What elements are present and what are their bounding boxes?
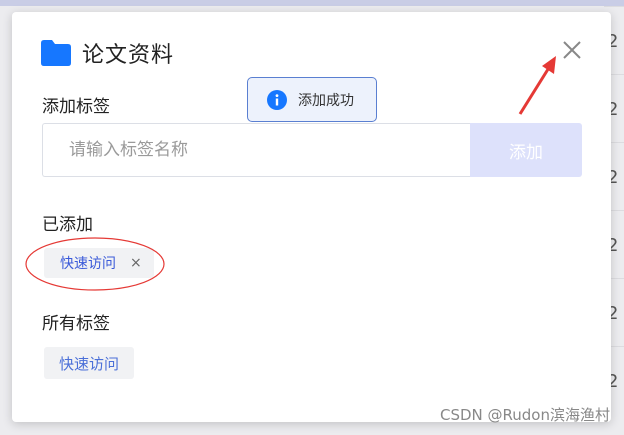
add-tag-label: 添加标签	[42, 97, 110, 117]
toast-message: 添加成功	[298, 92, 354, 109]
all-tag-chip[interactable]: 快速访问	[44, 347, 135, 379]
all-tags-label: 所有标签	[42, 314, 110, 334]
success-toast: 添加成功	[247, 77, 377, 122]
watermark: CSDN @Rudon滨海渔村	[440, 406, 610, 424]
dialog-header: 论文资料	[40, 36, 174, 70]
dialog-title: 论文资料	[82, 43, 175, 68]
tag-name-input[interactable]	[42, 123, 470, 177]
page: 2 2 2 2 2 2 论文资料 添加标签 添加	[0, 0, 624, 435]
added-label: 已添加	[42, 215, 93, 235]
red-arrow-annotation	[518, 56, 556, 115]
add-tag-row: 添加	[42, 123, 582, 177]
add-button[interactable]: 添加	[470, 123, 582, 177]
tag-dialog: 论文资料 添加标签 添加 已添加 快速访问 × 所有标签 快速访问	[12, 12, 611, 422]
info-icon	[267, 89, 287, 110]
background-header-stripe	[0, 0, 624, 6]
folder-icon	[40, 39, 72, 67]
red-ellipse-annotation	[25, 237, 165, 291]
close-icon[interactable]	[560, 38, 584, 62]
